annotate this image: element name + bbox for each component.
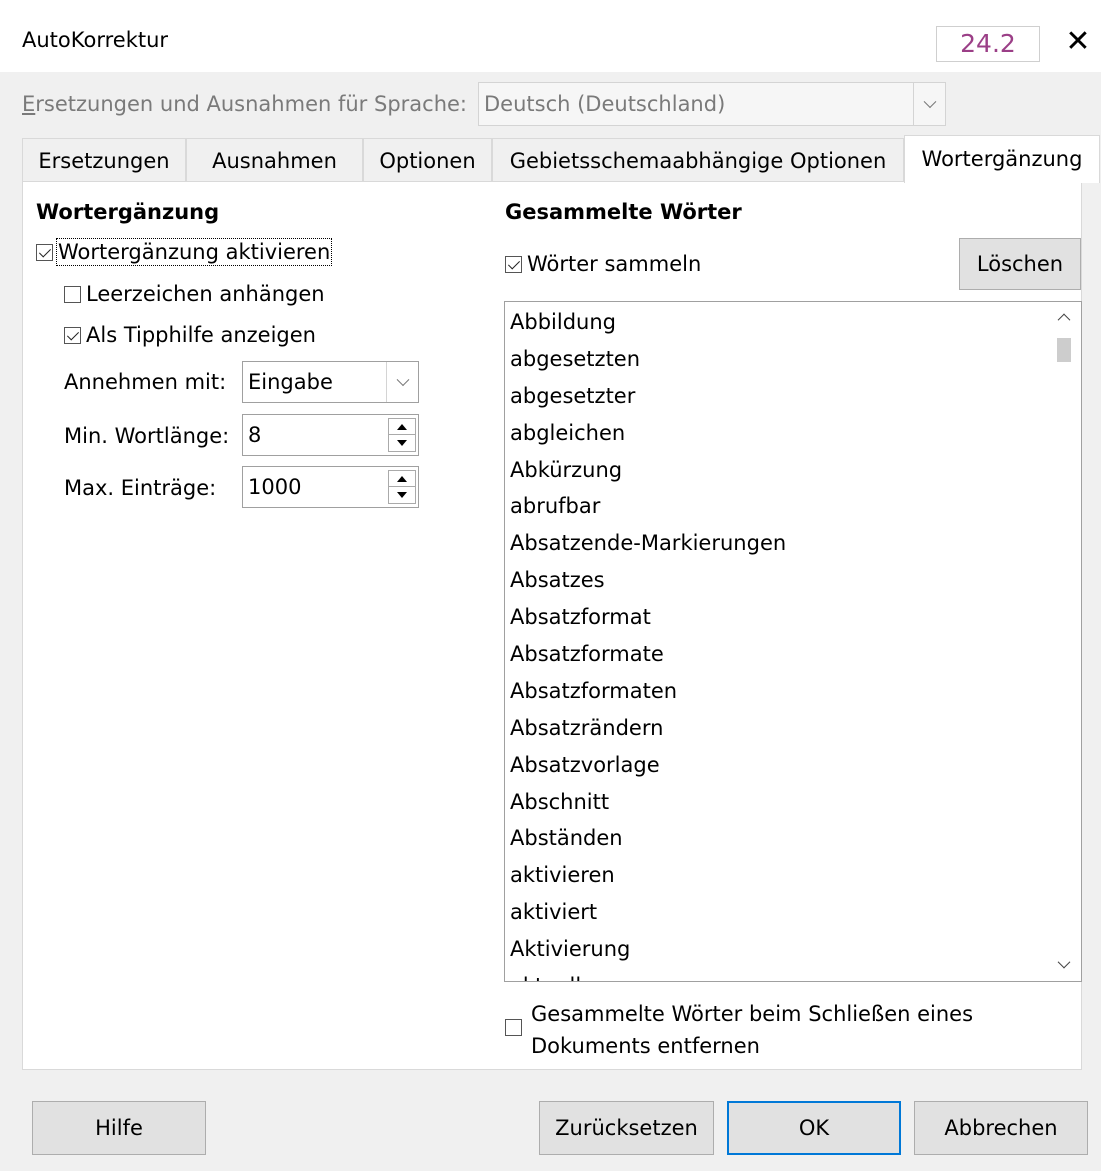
tab-ausnahmen[interactable]: Ausnahmen [186,138,363,182]
word-completion-heading: Wortergänzung [36,200,220,224]
append-space-label: Leerzeichen anhängen [86,282,325,306]
collect-words-label: Wörter sammeln [527,252,702,276]
list-item[interactable]: aktivieren [505,857,1047,894]
append-space-checkbox[interactable]: Leerzeichen anhängen [64,280,325,308]
chevron-up-icon[interactable] [1047,302,1081,332]
tab-wortergaenzung[interactable]: Wortergänzung [904,135,1100,183]
decrement-icon[interactable] [389,435,415,451]
list-item[interactable]: Abschnitt [505,784,1047,821]
remove-on-close-line2: Dokuments entfernen [531,1034,760,1058]
chevron-down-icon [913,83,945,125]
list-item[interactable]: abgesetzter [505,378,1047,415]
checkbox-checked[interactable] [36,243,53,261]
list-item[interactable]: Absatzrändern [505,710,1047,747]
accept-with-select[interactable]: Eingabe [242,361,419,403]
list-item[interactable]: Abbildung [505,304,1047,341]
list-item[interactable]: Absatzende-Markierungen [505,525,1047,562]
language-select[interactable]: Deutsch (Deutschland) [478,82,946,126]
enable-completion-label: Wortergänzung aktivieren [55,238,333,266]
min-word-length-value: 8 [248,423,262,447]
tab-optionen[interactable]: Optionen [363,138,492,182]
chevron-down-icon [386,362,418,402]
max-entries-spinner[interactable]: 1000 [242,466,419,508]
tab-ersetzungen[interactable]: Ersetzungen [22,138,186,182]
collect-words-checkbox[interactable]: Wörter sammeln [505,250,701,278]
list-item[interactable]: Absatzvorlage [505,747,1047,784]
show-tip-checkbox[interactable]: Als Tipphilfe anzeigen [64,321,316,349]
remove-on-close-line1: Gesammelte Wörter beim Schließen eines [531,1002,974,1026]
delete-button[interactable]: Löschen [959,238,1081,290]
cancel-button[interactable]: Abbrechen [914,1101,1088,1155]
accept-with-label: Annehmen mit: [64,370,227,394]
help-button[interactable]: Hilfe [32,1101,206,1155]
remove-on-close-label: Gesammelte Wörter beim Schließen eines D… [531,998,973,1062]
collected-words-heading: Gesammelte Wörter [505,200,742,224]
ok-button[interactable]: OK [727,1101,901,1155]
checkbox-checked[interactable] [505,255,522,273]
version-badge: 24.2 [936,26,1040,62]
list-item[interactable]: Abständen [505,820,1047,857]
scroll-thumb[interactable] [1057,338,1071,362]
list-item[interactable]: aktiviert [505,894,1047,931]
list-item[interactable]: Absatzformate [505,636,1047,673]
increment-icon[interactable] [389,471,415,487]
chevron-down-icon[interactable] [1047,951,1081,981]
collected-words-list[interactable]: Abbildung abgesetzten abgesetzter abgleiche… [504,301,1082,982]
list-item[interactable]: abgesetzten [505,341,1047,378]
increment-icon[interactable] [389,419,415,435]
accept-with-value: Eingabe [248,370,333,394]
close-icon[interactable]: ✕ [1060,22,1096,62]
spin-buttons [388,418,416,452]
reset-button[interactable]: Zurücksetzen [539,1101,714,1155]
show-tip-label: Als Tipphilfe anzeigen [86,323,316,347]
scrollbar[interactable] [1047,302,1081,981]
list-item[interactable]: Aktivierung [505,931,1047,968]
min-word-length-label: Min. Wortlänge: [64,424,230,448]
checkbox-checked[interactable] [64,326,81,344]
min-word-length-spinner[interactable]: 8 [242,414,419,456]
language-value: Deutsch (Deutschland) [484,92,726,116]
list-item[interactable]: abrufbar [505,488,1047,525]
list-item[interactable]: Absatzformat [505,599,1047,636]
max-entries-label: Max. Einträge: [64,476,217,500]
tab-gebietsschema[interactable]: Gebietsschemaabhängige Optionen [492,138,904,182]
word-items: Abbildung abgesetzten abgesetzter abgleiche… [505,302,1047,981]
enable-completion-checkbox[interactable]: Wortergänzung aktivieren [36,238,333,266]
list-item[interactable]: aktuellen [505,968,1047,981]
window-title: AutoKorrektur [22,28,169,52]
max-entries-value: 1000 [248,475,302,499]
list-item[interactable]: Absatzformaten [505,673,1047,710]
checkbox-unchecked[interactable] [505,1018,522,1036]
checkbox-unchecked[interactable] [64,285,81,303]
spin-buttons [388,470,416,504]
remove-on-close-checkbox-box[interactable] [505,1014,522,1038]
decrement-icon[interactable] [389,487,415,503]
list-item[interactable]: Abkürzung [505,452,1047,489]
list-item[interactable]: Absatzes [505,562,1047,599]
tab-bar: Ersetzungen Ausnahmen Optionen Gebietssc… [22,135,1100,183]
language-label: Ersetzungen und Ausnahmen für Sprache: [22,92,468,116]
list-item[interactable]: abgleichen [505,415,1047,452]
